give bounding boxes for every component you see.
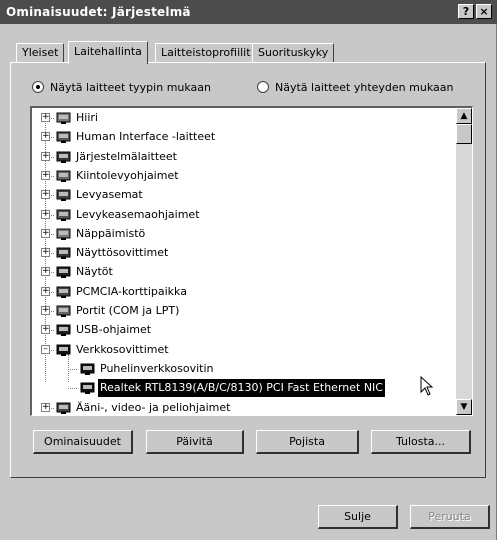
refresh-button[interactable]: Päivitä	[146, 430, 244, 454]
tree-category[interactable]: + Näytöt	[32, 263, 452, 281]
close-dialog-label: Sulje	[344, 510, 371, 523]
computer-icon	[56, 150, 72, 164]
floppy-controller-icon	[56, 208, 72, 222]
tree-category[interactable]: + Järjestelmälaitteet	[32, 148, 452, 166]
system-properties-window: Ominaisuudet: Järjestelmä ? × Yleiset La…	[0, 0, 497, 540]
print-button-label: Tulosta...	[395, 435, 446, 448]
window-title: Ominaisuudet: Järjestelmä	[6, 5, 191, 19]
expand-icon[interactable]: +	[41, 286, 50, 296]
radio-by-connection-label: Näytä laitteet yhteyden mukaan	[275, 81, 454, 94]
tab-performance[interactable]: Suorituskyky	[252, 43, 335, 62]
radio-by-type[interactable]: Näytä laitteet tyypin mukaan	[32, 80, 211, 96]
tree-category[interactable]: + Human Interface -laitteet	[32, 128, 452, 146]
tree-category[interactable]: + Levyasemat	[32, 186, 452, 204]
tree-item-label: Verkkosovittimet	[76, 342, 169, 356]
disk-controller-icon	[56, 169, 72, 183]
refresh-button-label: Päivitä	[176, 435, 213, 448]
sound-icon	[56, 401, 72, 415]
radio-by-type-label: Näytä laitteet tyypin mukaan	[50, 81, 212, 94]
radio-selected-icon	[32, 81, 44, 93]
expand-icon[interactable]: +	[41, 132, 50, 142]
tree-item-label: Puhelinverkkosovitin	[100, 361, 214, 375]
expand-icon[interactable]: +	[41, 190, 50, 200]
device-tree[interactable]: + Hiiri + Human Interface -laitteet + Järjest…	[30, 106, 473, 416]
radio-by-connection[interactable]: Näytä laitteet yhteyden mukaan	[257, 80, 453, 96]
tree-item-label: Realtek RTL8139(A/B/C/8130) PCI Fast Eth…	[98, 379, 385, 398]
tree-category[interactable]: + PCMCIA-korttipaikka	[32, 283, 452, 301]
expand-icon[interactable]: +	[41, 113, 50, 122]
tree-connector	[68, 368, 77, 370]
properties-button[interactable]: Ominaisuudet	[33, 430, 133, 454]
usb-icon	[56, 323, 72, 337]
tree-item-label: Hiiri	[76, 111, 98, 124]
title-bar[interactable]: Ominaisuudet: Järjestelmä ? ×	[0, 0, 497, 24]
tree-category[interactable]: + Hiiri	[32, 109, 452, 127]
expand-icon[interactable]: +	[41, 170, 50, 180]
expand-icon[interactable]: +	[41, 325, 50, 335]
scroll-up-arrow-icon[interactable]: ▲	[456, 108, 472, 124]
cancel-label: Peruuta	[428, 510, 471, 523]
display-adapter-icon	[56, 246, 72, 260]
expand-icon[interactable]: +	[41, 228, 50, 238]
expand-icon[interactable]: +	[41, 402, 50, 412]
collapse-icon[interactable]: –	[41, 344, 50, 354]
scroll-thumb[interactable]	[456, 124, 472, 144]
expand-icon[interactable]: +	[41, 267, 50, 277]
tree-category[interactable]: + Levykeasemaohjaimet	[32, 206, 452, 224]
remove-button-label: Pojista	[289, 435, 325, 448]
tree-category[interactable]: + Portit (COM ja LPT)	[32, 302, 452, 320]
close-dialog-button[interactable]: Sulje	[318, 505, 398, 529]
tree-device[interactable]: Realtek RTL8139(A/B/C/8130) PCI Fast Eth…	[32, 379, 452, 398]
tree-category[interactable]: + Näppäimistö	[32, 225, 452, 243]
tree-connector	[68, 388, 77, 390]
port-icon	[56, 304, 72, 318]
tab-general[interactable]: Yleiset	[16, 43, 65, 62]
expand-icon[interactable]: +	[41, 209, 50, 219]
monitor-icon	[56, 265, 72, 279]
tree-item-label: Näppäimistö	[76, 226, 146, 240]
close-button[interactable]: ×	[476, 4, 492, 19]
tree-item-label: Human Interface -laitteet	[76, 130, 216, 144]
mouse-icon	[56, 111, 72, 125]
tree-category[interactable]: + USB-ohjaimet	[32, 321, 452, 339]
tab-device-manager[interactable]: Laitehallinta	[68, 41, 148, 64]
mouse-cursor-icon	[420, 376, 434, 396]
keyboard-icon	[56, 227, 72, 241]
network-adapter-icon	[80, 362, 96, 376]
tree-item-label: Levykeasemaohjaimet	[76, 207, 200, 221]
remove-button[interactable]: Pojista	[256, 430, 359, 454]
tree-item-label: Järjestelmälaitteet	[76, 149, 177, 163]
properties-button-label: Ominaisuudet	[44, 435, 121, 448]
tree-item-label: Ääni-, video- ja peliohjaimet	[76, 400, 231, 414]
hid-icon	[56, 130, 72, 144]
pcmcia-icon	[56, 285, 72, 299]
tab-hardware-profiles[interactable]: Laitteistoprofiilit	[155, 43, 257, 62]
help-button[interactable]: ?	[458, 4, 474, 19]
expand-icon[interactable]: +	[41, 306, 50, 315]
tree-item-label: Kiintolevyohjaimet	[76, 168, 179, 182]
tree-item-label: Portit (COM ja LPT)	[76, 304, 180, 317]
radio-unselected-icon	[257, 81, 269, 93]
tree-category[interactable]: + Ääni-, video- ja peliohjaimet	[32, 399, 452, 416]
disk-drive-icon	[56, 188, 72, 202]
tree-category[interactable]: + Kiintolevyohjaimet	[32, 167, 452, 185]
tree-device[interactable]: Puhelinverkkosovitin	[32, 360, 452, 378]
tree-item-label: PCMCIA-korttipaikka	[76, 284, 187, 298]
tree-item-label: Näyttösovittimet	[76, 246, 169, 260]
cancel-button[interactable]: Peruuta	[410, 505, 490, 529]
print-button[interactable]: Tulosta...	[371, 430, 471, 454]
tree-category[interactable]: + Näyttösovittimet	[32, 244, 452, 262]
tree-item-label: Näytöt	[76, 265, 113, 279]
network-adapter-icon	[56, 343, 72, 357]
tree-item-label: Levyasemat	[76, 188, 143, 202]
scroll-down-arrow-icon[interactable]: ▼	[456, 399, 472, 415]
tree-item-label: USB-ohjaimet	[76, 323, 152, 337]
tree-category[interactable]: – Verkkosovittimet	[32, 341, 452, 359]
expand-icon[interactable]: +	[41, 248, 50, 258]
expand-icon[interactable]: +	[41, 151, 50, 161]
network-adapter-icon	[80, 381, 96, 395]
vertical-scrollbar[interactable]: ▲ ▼	[456, 108, 472, 415]
